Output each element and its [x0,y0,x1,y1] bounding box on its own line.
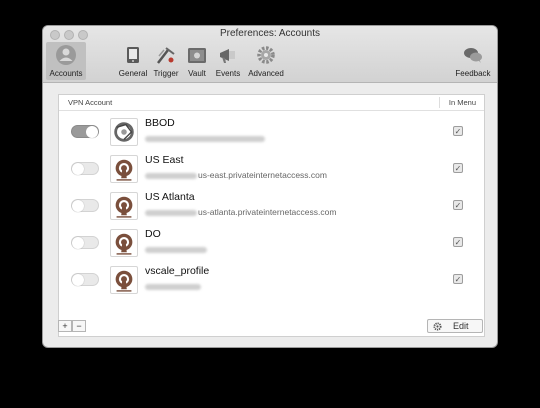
redacted-username [145,172,197,179]
account-name: BBOD [145,117,175,129]
column-divider [439,97,440,108]
tab-vault[interactable]: Vault [184,42,210,80]
edit-button[interactable]: Edit [427,319,483,333]
account-host [145,133,266,143]
add-account-button[interactable]: + [58,320,72,332]
tab-trigger-label: Trigger [153,69,179,78]
window-title: Preferences: Accounts [219,28,321,39]
in-menu-checkbox[interactable]: ✓ [453,126,463,136]
tab-advanced[interactable]: Advanced [246,42,286,80]
tab-trigger[interactable]: Trigger [151,42,181,80]
enable-toggle[interactable] [71,125,99,138]
accounts-icon [56,45,76,65]
redacted-username [145,209,197,216]
tab-general[interactable]: General [118,42,148,80]
edit-button-label: Edit [453,321,469,331]
megaphone-icon [220,49,235,63]
general-icon [127,47,139,63]
gear-icon [257,46,275,64]
enable-toggle[interactable] [71,273,99,286]
tab-feedback[interactable]: Feedback [453,42,493,80]
in-menu-checkbox[interactable]: ✓ [453,200,463,210]
account-host [145,281,202,291]
account-name: US Atlanta [145,191,195,203]
in-menu-checkbox[interactable]: ✓ [453,237,463,247]
account-host: us-atlanta.privateinternetaccess.com [145,207,336,217]
tab-accounts-label: Accounts [49,69,83,78]
account-name: DO [145,228,161,240]
table-row[interactable]: DO ✓ [59,224,484,260]
accounts-table: VPN Account In Menu BBOD ✓ US East us-ea… [58,94,485,337]
account-host-domain: us-atlanta.privateinternetaccess.com [198,207,337,217]
table-row[interactable]: US East us-east.privateinternetaccess.co… [59,150,484,186]
redacted-host [145,283,201,290]
account-name: vscale_profile [145,265,210,277]
tab-accounts[interactable]: Accounts [46,42,86,80]
tab-vault-label: Vault [188,69,206,78]
titlebar: Preferences: Accounts Accounts General T… [43,26,497,83]
in-menu-checkbox[interactable]: ✓ [453,163,463,173]
column-vpn-account[interactable]: VPN Account [68,98,112,107]
enable-toggle[interactable] [71,162,99,175]
remove-account-button[interactable]: − [72,320,86,332]
redacted-host [145,135,265,142]
tab-events-label: Events [215,69,241,78]
gear-icon [433,322,442,331]
custom-vpn-icon [110,118,138,146]
redacted-host [145,246,207,253]
tab-advanced-label: Advanced [248,69,284,78]
tab-feedback-label: Feedback [455,69,491,78]
openvpn-icon [110,266,138,294]
openvpn-icon [110,155,138,183]
enable-toggle[interactable] [71,236,99,249]
trigger-icon [157,47,175,64]
account-host [145,244,208,254]
table-row[interactable]: vscale_profile ✓ [59,261,484,297]
in-menu-checkbox[interactable]: ✓ [453,274,463,284]
table-row[interactable]: BBOD ✓ [59,113,484,149]
account-host-domain: us-east.privateinternetaccess.com [198,170,327,180]
preferences-window: Preferences: Accounts Accounts General T… [43,26,497,347]
vault-icon [188,48,206,63]
account-name: US East [145,154,184,166]
speech-bubbles-icon [464,48,482,63]
tab-events[interactable]: Events [213,42,243,80]
openvpn-icon [110,192,138,220]
table-row[interactable]: US Atlanta us-atlanta.privateinternetacc… [59,187,484,223]
openvpn-icon [110,229,138,257]
table-header: VPN Account In Menu [59,95,484,111]
account-host: us-east.privateinternetaccess.com [145,170,327,180]
tab-general-label: General [118,69,148,78]
enable-toggle[interactable] [71,199,99,212]
column-in-menu[interactable]: In Menu [449,98,476,107]
